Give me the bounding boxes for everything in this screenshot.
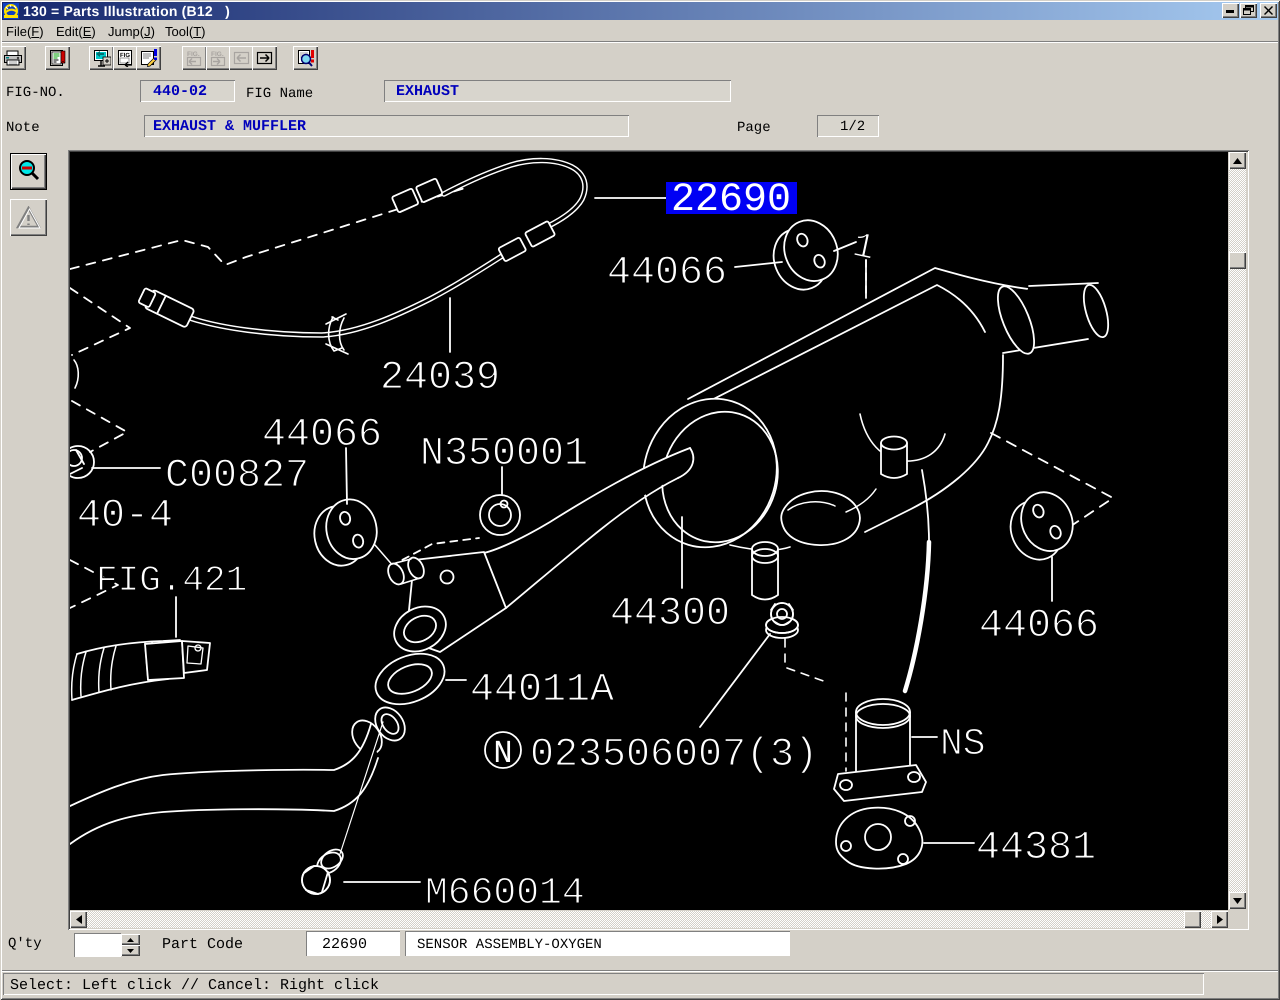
- svg-text:NS: NS: [940, 723, 986, 766]
- svg-text:24039: 24039: [380, 356, 500, 401]
- svg-text:N350001: N350001: [420, 432, 588, 477]
- svg-text:44300: 44300: [610, 592, 730, 637]
- svg-text:1: 1: [849, 225, 879, 270]
- svg-text:023506007(3): 023506007(3): [530, 733, 818, 778]
- svg-text:C00827: C00827: [165, 454, 309, 499]
- svg-text:22690: 22690: [671, 178, 791, 223]
- svg-text:M660014: M660014: [425, 872, 585, 910]
- svg-text:N: N: [493, 735, 512, 772]
- svg-text:44011A: 44011A: [470, 668, 614, 713]
- svg-text:44381: 44381: [976, 826, 1096, 871]
- svg-text:40-4: 40-4: [77, 494, 173, 539]
- svg-text:44066: 44066: [607, 251, 727, 296]
- svg-text:44066: 44066: [262, 413, 382, 458]
- svg-text:FIG.421: FIG.421: [96, 560, 247, 601]
- svg-text:44066: 44066: [979, 604, 1099, 649]
